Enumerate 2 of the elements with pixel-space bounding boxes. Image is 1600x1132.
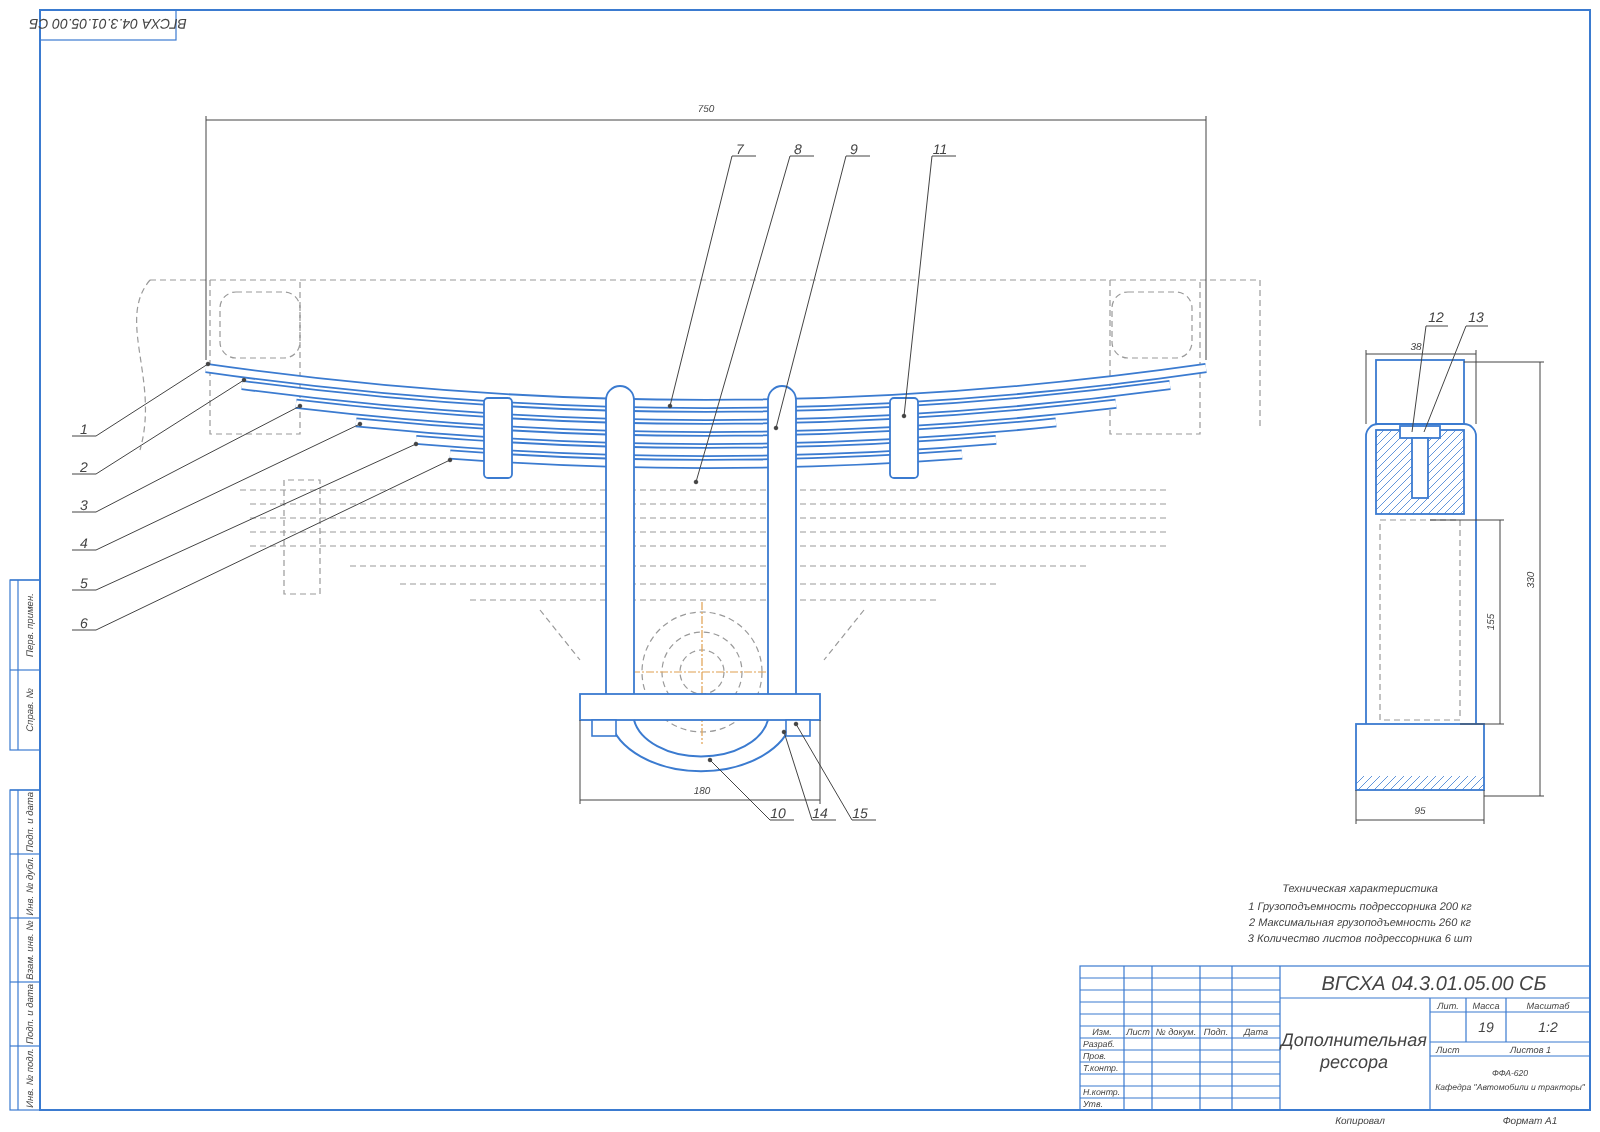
title-block-code: ВГСХА 04.3.01.05.00 СБ [1321, 974, 1547, 996]
drawing-name: Дополнительная рессора [1281, 1030, 1427, 1072]
